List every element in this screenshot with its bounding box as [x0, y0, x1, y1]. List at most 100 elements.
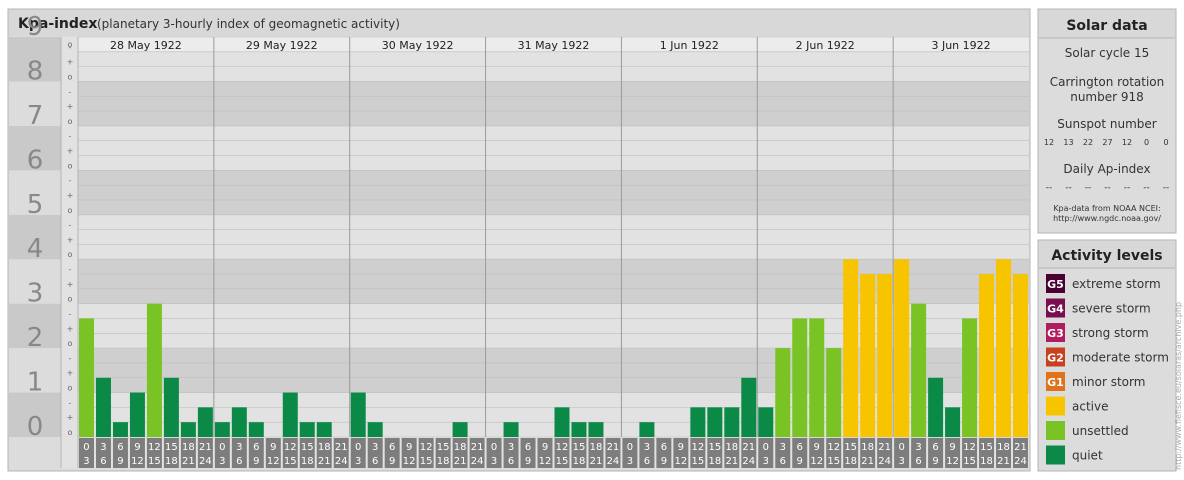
- hour-end-label: 12: [403, 456, 416, 467]
- hour-start-label: 18: [590, 442, 603, 453]
- hour-start-label: 0: [627, 442, 633, 453]
- source-line1: Kpa-data from NOAA NCEI:: [1053, 204, 1160, 213]
- hour-start-label: 12: [827, 442, 840, 453]
- hour-end-label: 12: [946, 456, 959, 467]
- hour-start-label: 9: [406, 442, 412, 453]
- hour-start-label: 6: [661, 442, 667, 453]
- hour-start-label: 9: [814, 442, 820, 453]
- hour-end-label: 6: [780, 456, 786, 467]
- hour-start-label: 12: [284, 442, 297, 453]
- sub-tick-label: +: [67, 191, 74, 200]
- sub-tick-label: +: [67, 58, 74, 67]
- sub-tick-label: +: [67, 324, 74, 333]
- hour-end-label: 3: [627, 456, 633, 467]
- kp-bar: [809, 318, 825, 437]
- hour-start-label: 3: [780, 442, 786, 453]
- y-tick-label: 2: [27, 323, 44, 353]
- hour-end-label: 21: [590, 456, 603, 467]
- sunspot-value: 13: [1063, 138, 1073, 147]
- kp-bar: [180, 422, 196, 437]
- kp-bar: [214, 422, 230, 437]
- hour-end-label: 15: [827, 456, 840, 467]
- hour-start-label: 3: [372, 442, 378, 453]
- legend-label: active: [1072, 400, 1108, 414]
- sub-tick-label: o: [68, 40, 73, 49]
- legend-label: unsettled: [1072, 424, 1129, 438]
- day-label: 1 Jun 1922: [660, 39, 719, 52]
- sunspot-value: 12: [1122, 138, 1132, 147]
- hour-end-label: 6: [644, 456, 650, 467]
- hour-start-label: 18: [182, 442, 195, 453]
- kp-bar: [316, 422, 332, 437]
- ap-value: --: [1104, 183, 1111, 193]
- hour-end-label: 12: [674, 456, 687, 467]
- kp-bar: [996, 259, 1012, 437]
- sub-tick-label: o: [68, 72, 73, 81]
- hour-end-label: 3: [898, 456, 904, 467]
- kp-bar: [112, 422, 128, 437]
- hour-start-label: 12: [420, 442, 433, 453]
- kp-bar: [1013, 274, 1028, 437]
- sunspot-label: Sunspot number: [1057, 117, 1156, 131]
- hour-end-label: 9: [661, 456, 667, 467]
- sub-tick-label: +: [67, 102, 74, 111]
- kp-bar: [826, 348, 842, 437]
- ap-value: --: [1124, 183, 1131, 193]
- hour-start-label: 0: [763, 442, 769, 453]
- kp-bar: [911, 303, 927, 437]
- sunspot-value: 12: [1044, 138, 1054, 147]
- hour-end-label: 12: [810, 456, 823, 467]
- chart-subtitle: (planetary 3-hourly index of geomagnetic…: [97, 17, 400, 31]
- hour-end-label: 3: [763, 456, 769, 467]
- hour-end-label: 6: [236, 456, 242, 467]
- hour-start-label: 18: [861, 442, 874, 453]
- hour-end-label: 9: [389, 456, 395, 467]
- legend-label: quiet: [1072, 449, 1103, 463]
- sub-tick-label: o: [68, 428, 73, 437]
- source-line2: http://www.ngdc.noaa.gov/: [1053, 214, 1161, 223]
- hour-start-label: 21: [335, 442, 348, 453]
- ap-value: --: [1065, 183, 1072, 193]
- solar-title: Solar data: [1066, 18, 1147, 34]
- legend-badge: G5: [1047, 278, 1064, 291]
- kp-bar: [690, 407, 706, 437]
- hour-start-label: 6: [253, 442, 259, 453]
- y-tick-label: 8: [27, 56, 44, 86]
- hour-end-label: 12: [267, 456, 280, 467]
- hour-end-label: 18: [165, 456, 178, 467]
- hour-end-label: 21: [997, 456, 1010, 467]
- ap-value: --: [1046, 183, 1053, 193]
- hour-start-label: 9: [949, 442, 955, 453]
- hour-end-label: 15: [148, 456, 161, 467]
- kp-bar: [129, 392, 145, 437]
- day-label: 2 Jun 1922: [796, 39, 855, 52]
- hour-start-label: 9: [134, 442, 140, 453]
- hour-start-label: 12: [963, 442, 976, 453]
- hour-end-label: 6: [100, 456, 106, 467]
- hour-start-label: 12: [148, 442, 161, 453]
- hour-end-label: 6: [915, 456, 921, 467]
- sub-tick-label: -: [69, 354, 72, 363]
- hour-end-label: 9: [253, 456, 259, 467]
- legend-label: severe storm: [1072, 302, 1151, 316]
- kp-bar: [248, 422, 264, 437]
- kp-bar: [146, 303, 162, 437]
- hour-end-label: 3: [219, 456, 225, 467]
- kp-bar: [639, 422, 655, 437]
- hour-end-label: 21: [725, 456, 738, 467]
- kp-bar: [707, 407, 723, 437]
- sub-tick-label: o: [68, 206, 73, 215]
- kp-bar: [928, 377, 944, 437]
- hour-start-label: 0: [898, 442, 904, 453]
- sub-tick-label: -: [69, 87, 72, 96]
- kp-bar: [299, 422, 315, 437]
- hour-end-label: 24: [1014, 456, 1027, 467]
- y-tick-label: 7: [27, 101, 44, 131]
- sub-tick-label: o: [68, 295, 73, 304]
- hour-end-label: 18: [844, 456, 857, 467]
- y-tick-label: 4: [27, 234, 44, 264]
- ap-label: Daily Ap-index: [1063, 162, 1150, 176]
- sunspot-value: 22: [1083, 138, 1093, 147]
- kp-bar: [758, 407, 774, 437]
- sub-tick-label: -: [69, 132, 72, 141]
